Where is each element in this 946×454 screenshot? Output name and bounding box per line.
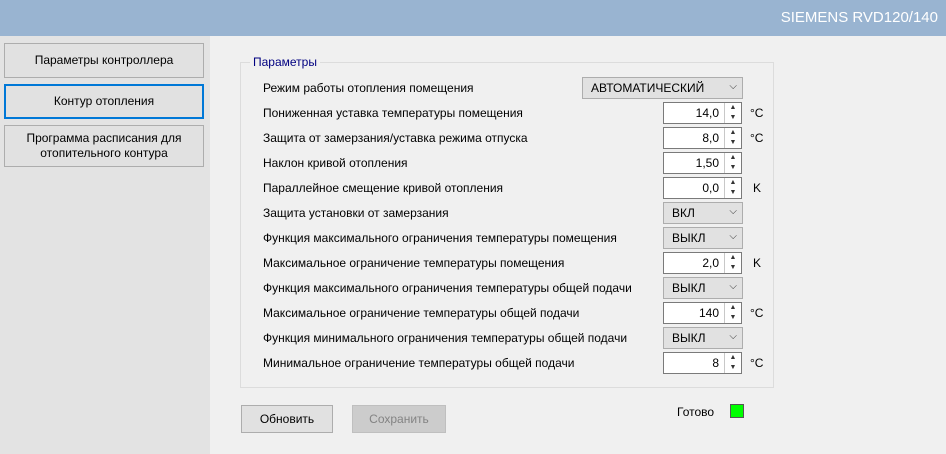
params-group-title: Параметры [250,55,320,69]
title-bar: SIEMENS RVD120/140 [0,0,946,36]
param-label: Защита установки от замерзания [263,206,449,220]
spinner[interactable]: ▲ ▼ [724,178,741,198]
heating-curve-shift-input[interactable]: 0,0 ▲ ▼ [663,177,742,199]
sidebar-item-label: Программа расписания для отопительного к… [26,131,182,160]
sidebar-item-label: Параметры контроллера [34,53,174,67]
spin-up-icon[interactable]: ▲ [725,128,741,138]
spinner[interactable]: ▲ ▼ [724,153,741,173]
spinner[interactable]: ▲ ▼ [724,303,741,323]
param-label: Функция максимального ограничения темпер… [263,231,617,245]
spin-up-icon[interactable]: ▲ [725,103,741,113]
chevron-down-icon: ⌵ [729,281,737,292]
spinner[interactable]: ▲ ▼ [724,103,741,123]
param-label: Функция максимального ограничения темпер… [263,281,632,295]
spin-down-icon[interactable]: ▼ [725,313,741,323]
spin-up-icon[interactable]: ▲ [725,353,741,363]
max-room-temp-limit-function-select[interactable]: ВЫКЛ ⌵ [663,227,743,249]
min-flow-temp-limit-function-select[interactable]: ВЫКЛ ⌵ [663,327,743,349]
save-button[interactable]: Сохранить [352,405,446,433]
spin-down-icon[interactable]: ▼ [725,363,741,373]
param-label: Пониженная уставка температуры помещения [263,106,523,120]
unit-label: K [753,181,762,195]
param-label: Защита от замерзания/уставка режима отпу… [263,131,528,145]
param-label: Режим работы отопления помещения [263,81,474,95]
sidebar-item-label: Контур отопления [53,94,155,108]
chevron-down-icon: ⌵ [729,231,737,242]
plant-frost-protection-select[interactable]: ВКЛ ⌵ [663,202,743,224]
max-room-temp-limit-input[interactable]: 2,0 ▲ ▼ [663,252,742,274]
unit-label: °C [750,356,764,370]
spin-up-icon[interactable]: ▲ [725,178,741,188]
spinner[interactable]: ▲ ▼ [724,353,741,373]
min-flow-temp-limit-input[interactable]: 8 ▲ ▼ [663,352,742,374]
reduced-room-setpoint-input[interactable]: 14,0 ▲ ▼ [663,102,742,124]
chevron-down-icon: ⌵ [729,206,737,217]
heating-curve-slope-input[interactable]: 1,50 ▲ ▼ [663,152,742,174]
chevron-down-icon: ⌵ [729,331,737,342]
unit-label: °C [750,131,764,145]
frost-protection-setpoint-input[interactable]: 8,0 ▲ ▼ [663,127,742,149]
sidebar-item-heating-circuit[interactable]: Контур отопления [4,84,204,119]
unit-label: K [753,256,762,270]
unit-label: °C [750,306,764,320]
spin-up-icon[interactable]: ▲ [725,253,741,263]
spin-down-icon[interactable]: ▼ [725,188,741,198]
status-label: Готово [677,405,715,419]
spin-down-icon[interactable]: ▼ [725,263,741,273]
sidebar-item-controller-params[interactable]: Параметры контроллера [4,43,204,78]
status-indicator-icon [730,404,744,418]
spin-down-icon[interactable]: ▼ [725,163,741,173]
unit-label: °C [750,106,764,120]
param-label: Минимальное ограничение температуры обще… [263,356,575,370]
window-title: SIEMENS RVD120/140 [780,9,938,26]
spinner[interactable]: ▲ ▼ [724,253,741,273]
spin-down-icon[interactable]: ▼ [725,138,741,148]
param-label: Параллейное смещение кривой отопления [263,181,504,195]
spin-up-icon[interactable]: ▲ [725,153,741,163]
refresh-button[interactable]: Обновить [241,405,333,433]
param-label: Максимальное ограничение температуры пом… [263,256,565,270]
spin-up-icon[interactable]: ▲ [725,303,741,313]
sidebar-item-schedule[interactable]: Программа расписания для отопительного к… [4,125,204,167]
max-flow-temp-limit-input[interactable]: 140 ▲ ▼ [663,302,742,324]
room-heating-mode-select[interactable]: АВТОМАТИЧЕСКИЙ ⌵ [582,77,743,99]
max-flow-temp-limit-function-select[interactable]: ВЫКЛ ⌵ [663,277,743,299]
param-label: Максимальное ограничение температуры общ… [263,306,580,320]
spin-down-icon[interactable]: ▼ [725,113,741,123]
spinner[interactable]: ▲ ▼ [724,128,741,148]
param-label: Функция минимального ограничения темпера… [263,331,628,345]
param-label: Наклон кривой отопления [263,156,408,170]
chevron-down-icon: ⌵ [729,81,737,92]
